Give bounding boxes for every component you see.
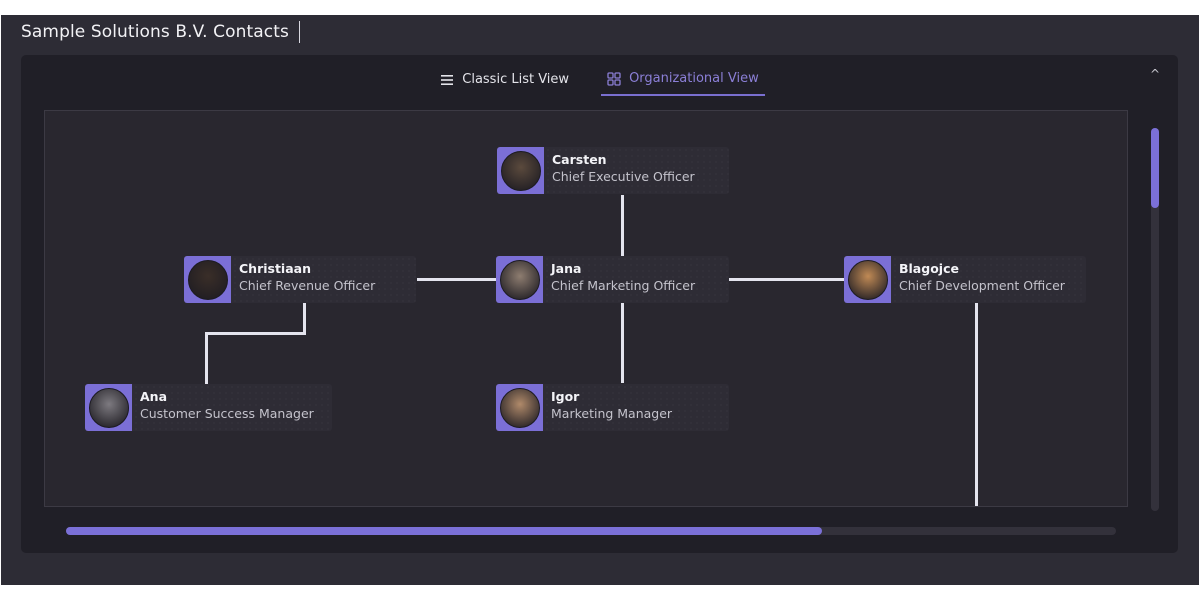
avatar <box>88 387 129 428</box>
org-card-blagojce[interactable]: Blagojce Chief Development Officer <box>844 256 1086 303</box>
avatar <box>187 259 228 300</box>
tab-classic-list-view[interactable]: Classic List View <box>434 69 575 96</box>
connector-elbow-horizontal <box>205 332 306 335</box>
person-role: Chief Marketing Officer <box>551 278 696 293</box>
connector-christiaan-down <box>303 303 306 333</box>
person-role: Chief Revenue Officer <box>239 278 376 293</box>
person-name: Ana <box>140 389 168 404</box>
person-name: Igor <box>551 389 580 404</box>
person-name: Carsten <box>552 152 607 167</box>
org-card-ana[interactable]: Ana Customer Success Manager <box>85 384 332 431</box>
contacts-panel: Classic List View Organizational View ^ <box>21 55 1178 553</box>
connector-blagojce-down <box>975 303 978 506</box>
person-role: Chief Development Officer <box>899 278 1065 293</box>
avatar <box>500 150 541 191</box>
org-chart-canvas[interactable]: Carsten Chief Executive Officer Christia… <box>44 110 1128 507</box>
horizontal-scrollbar-thumb[interactable] <box>66 527 822 535</box>
person-name: Christiaan <box>239 261 311 276</box>
avatar <box>499 387 540 428</box>
horizontal-scrollbar[interactable] <box>66 527 1116 535</box>
connector-jana-blagojce <box>729 278 845 281</box>
tab-label: Organizational View <box>629 71 759 86</box>
tab-label: Classic List View <box>462 72 570 87</box>
page-title-text: Sample Solutions B.V. Contacts <box>21 22 289 42</box>
vertical-scrollbar-thumb[interactable] <box>1151 128 1159 209</box>
page-title: Sample Solutions B.V. Contacts <box>21 21 300 43</box>
vertical-scrollbar[interactable] <box>1151 128 1159 511</box>
org-card-christiaan[interactable]: Christiaan Chief Revenue Officer <box>184 256 416 303</box>
connector-christiaan-jana <box>417 278 497 281</box>
org-card-jana[interactable]: Jana Chief Marketing Officer <box>496 256 729 303</box>
connector-ana-up <box>205 332 208 384</box>
collapse-chevron-up-icon[interactable]: ^ <box>1150 67 1160 81</box>
title-divider <box>298 21 300 43</box>
person-name: Jana <box>551 261 582 276</box>
org-card-carsten[interactable]: Carsten Chief Executive Officer <box>497 147 729 194</box>
person-role: Customer Success Manager <box>140 406 314 421</box>
grid-icon <box>607 71 621 86</box>
avatar <box>499 259 540 300</box>
org-card-igor[interactable]: Igor Marketing Manager <box>496 384 729 431</box>
connector-carsten-down <box>621 195 624 257</box>
person-role: Marketing Manager <box>551 406 673 421</box>
list-icon <box>441 74 454 85</box>
tab-organizational-view[interactable]: Organizational View <box>601 69 765 96</box>
connector-jana-igor <box>621 303 624 383</box>
avatar <box>847 259 888 300</box>
view-tabs: Classic List View Organizational View <box>21 69 1178 96</box>
person-name: Blagojce <box>899 261 959 276</box>
person-role: Chief Executive Officer <box>552 169 695 184</box>
app-window: Sample Solutions B.V. Contacts Classic L… <box>1 15 1199 585</box>
